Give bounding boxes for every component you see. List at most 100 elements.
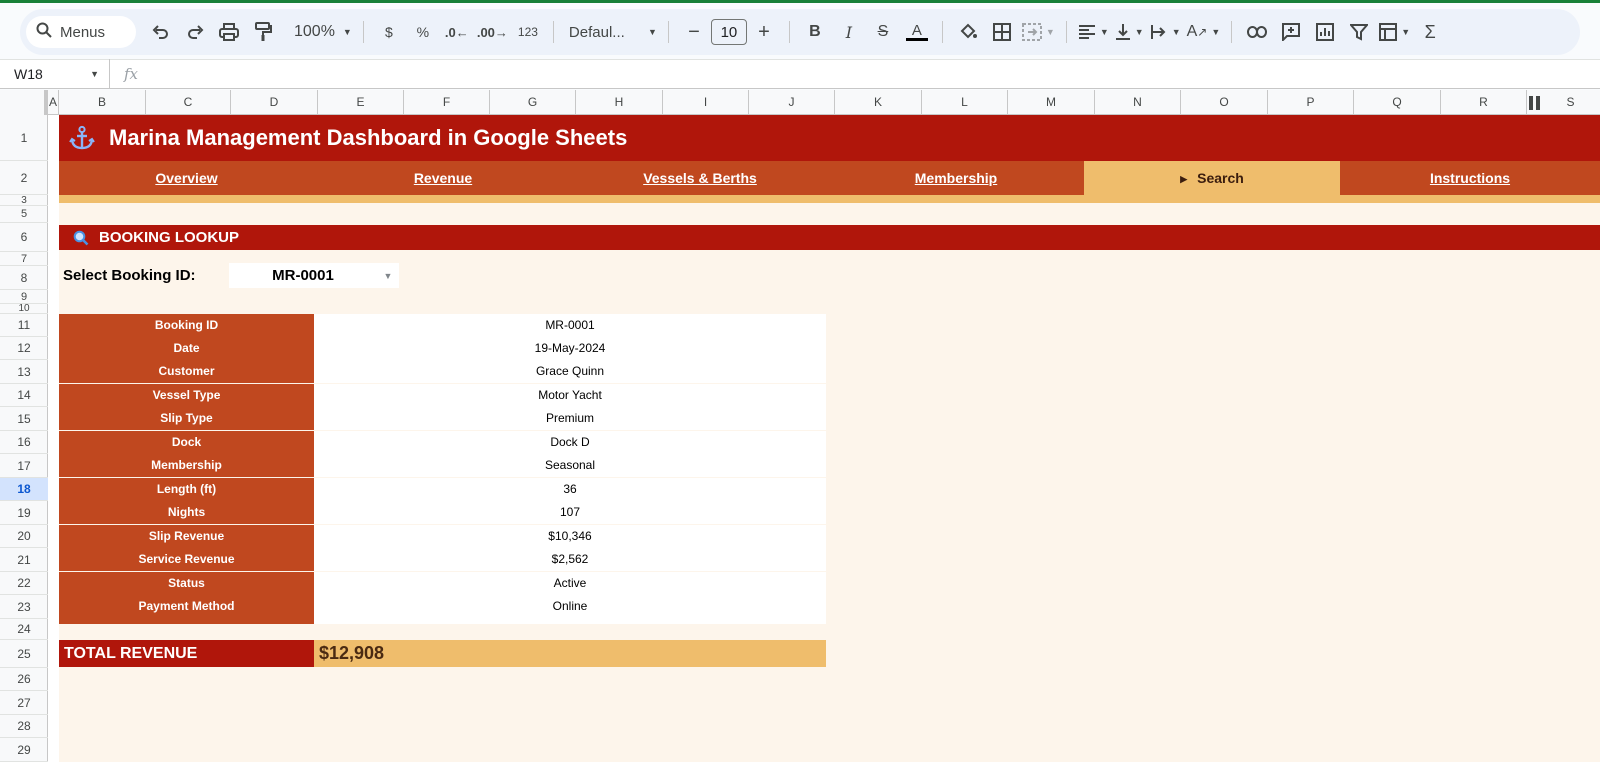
- column-header[interactable]: Q: [1354, 90, 1441, 115]
- bold-icon[interactable]: B: [801, 17, 829, 47]
- font-select[interactable]: Defaul... ▼: [565, 17, 657, 47]
- detail-value[interactable]: Dock D: [314, 431, 826, 454]
- detail-value[interactable]: Active: [314, 572, 826, 595]
- decrease-decimal-button[interactable]: .0 ←: [443, 17, 471, 47]
- column-header[interactable]: S: [1541, 90, 1600, 115]
- row-header[interactable]: 16: [0, 431, 48, 454]
- row-header[interactable]: 11: [0, 314, 48, 337]
- row-header[interactable]: 17: [0, 454, 48, 478]
- nav-instructions[interactable]: Instructions: [1340, 161, 1600, 195]
- column-header[interactable]: A: [48, 90, 59, 115]
- detail-value[interactable]: Motor Yacht: [314, 384, 826, 407]
- row-header[interactable]: 14: [0, 384, 48, 407]
- row-header[interactable]: 24: [0, 619, 48, 640]
- nav-overview[interactable]: Overview: [59, 161, 314, 195]
- column-header[interactable]: O: [1181, 90, 1268, 115]
- number-format-button[interactable]: 123: [514, 17, 542, 47]
- detail-value[interactable]: 36: [314, 478, 826, 501]
- redo-icon[interactable]: [181, 17, 209, 47]
- increase-decimal-button[interactable]: .00 →: [477, 17, 508, 47]
- text-wrapping-icon[interactable]: ▼: [1150, 17, 1181, 47]
- currency-button[interactable]: $: [375, 17, 403, 47]
- row-header[interactable]: 20: [0, 525, 48, 548]
- row-header[interactable]: 27: [0, 691, 48, 715]
- font-size-input[interactable]: 10: [710, 19, 747, 45]
- filter-views-icon[interactable]: ▼: [1379, 17, 1410, 47]
- row-header[interactable]: 22: [0, 572, 48, 595]
- detail-value[interactable]: Seasonal: [314, 454, 826, 477]
- row-header[interactable]: 7: [0, 252, 48, 266]
- row-header[interactable]: 15: [0, 407, 48, 431]
- column-header[interactable]: B: [59, 90, 146, 115]
- column-header[interactable]: F: [404, 90, 490, 115]
- row-header[interactable]: 13: [0, 360, 48, 384]
- select-all-corner[interactable]: [0, 90, 48, 115]
- detail-value[interactable]: Grace Quinn: [314, 360, 826, 383]
- detail-value[interactable]: Online: [314, 595, 826, 618]
- percent-button[interactable]: %: [409, 17, 437, 47]
- increase-font-size-button[interactable]: +: [750, 17, 778, 47]
- text-rotation-icon[interactable]: A ↗ ▼: [1187, 17, 1221, 47]
- zoom-select[interactable]: 100% ▼: [290, 17, 352, 47]
- insert-comment-icon[interactable]: [1277, 17, 1305, 47]
- detail-value[interactable]: $10,346: [314, 525, 826, 548]
- menus-search[interactable]: Menus: [26, 16, 136, 48]
- row-header[interactable]: 21: [0, 548, 48, 572]
- undo-icon[interactable]: [147, 17, 175, 47]
- column-header[interactable]: C: [146, 90, 231, 115]
- nav-search[interactable]: ▶ Search: [1084, 161, 1340, 195]
- freeze-handle[interactable]: [1529, 96, 1533, 110]
- column-header[interactable]: M: [1008, 90, 1095, 115]
- column-header[interactable]: I: [663, 90, 749, 115]
- row-header[interactable]: 5: [0, 206, 48, 223]
- detail-value[interactable]: 19-May-2024: [314, 337, 826, 360]
- text-color-icon[interactable]: A: [903, 17, 931, 47]
- nav-vessels-berths[interactable]: Vessels & Berths: [572, 161, 828, 195]
- fill-color-icon[interactable]: [954, 17, 982, 47]
- detail-value[interactable]: $2,562: [314, 548, 826, 571]
- strikethrough-icon[interactable]: S: [869, 17, 897, 47]
- column-header[interactable]: P: [1268, 90, 1354, 115]
- row-header-active[interactable]: 18: [0, 478, 48, 501]
- vertical-align-icon[interactable]: ▼: [1115, 17, 1144, 47]
- paint-format-icon[interactable]: [249, 17, 277, 47]
- row-header[interactable]: 10: [0, 304, 48, 314]
- column-header[interactable]: R: [1441, 90, 1527, 115]
- column-header[interactable]: D: [231, 90, 318, 115]
- row-header[interactable]: 26: [0, 668, 48, 691]
- freeze-handle[interactable]: [1536, 96, 1540, 110]
- row-header[interactable]: 23: [0, 595, 48, 619]
- row-header[interactable]: 2: [0, 161, 48, 195]
- column-header[interactable]: H: [576, 90, 663, 115]
- insert-link-icon[interactable]: [1243, 17, 1271, 47]
- row-header[interactable]: 19: [0, 501, 48, 525]
- total-revenue-value[interactable]: $12,908: [314, 640, 826, 667]
- column-header[interactable]: G: [490, 90, 576, 115]
- borders-icon[interactable]: [988, 17, 1016, 47]
- row-header[interactable]: 8: [0, 266, 48, 290]
- row-header[interactable]: 9: [0, 290, 48, 304]
- nav-membership[interactable]: Membership: [828, 161, 1084, 195]
- filter-icon[interactable]: [1345, 17, 1373, 47]
- row-header[interactable]: 6: [0, 223, 48, 252]
- booking-id-dropdown[interactable]: MR-0001 ▼: [229, 263, 399, 288]
- horizontal-align-icon[interactable]: ▼: [1078, 17, 1109, 47]
- column-header[interactable]: L: [922, 90, 1008, 115]
- detail-value[interactable]: Premium: [314, 407, 826, 430]
- italic-icon[interactable]: I: [835, 17, 863, 47]
- row-header[interactable]: 29: [0, 738, 48, 762]
- column-header[interactable]: J: [749, 90, 835, 115]
- merge-cells-icon[interactable]: ▼: [1021, 17, 1055, 47]
- print-icon[interactable]: [215, 17, 243, 47]
- row-header[interactable]: 3: [0, 195, 48, 206]
- detail-value[interactable]: 107: [314, 501, 826, 524]
- row-header[interactable]: 28: [0, 715, 48, 738]
- sheet-grid[interactable]: Marina Management Dashboard in Google Sh…: [48, 115, 1600, 762]
- column-header[interactable]: N: [1095, 90, 1181, 115]
- nav-revenue[interactable]: Revenue: [314, 161, 572, 195]
- column-header[interactable]: K: [835, 90, 922, 115]
- name-box[interactable]: W18 ▼: [0, 59, 110, 89]
- insert-chart-icon[interactable]: [1311, 17, 1339, 47]
- functions-icon[interactable]: Σ: [1416, 17, 1444, 47]
- row-header[interactable]: 12: [0, 337, 48, 360]
